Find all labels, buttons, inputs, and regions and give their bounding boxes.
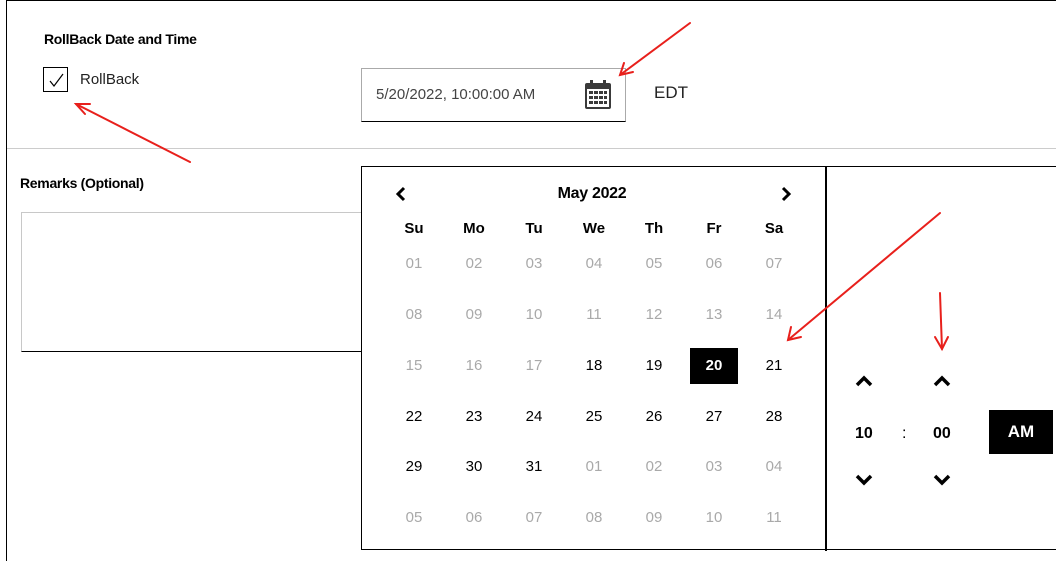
calendar-day[interactable]: 07 — [510, 500, 558, 536]
timezone-label: EDT — [654, 83, 688, 102]
calendar-day[interactable]: 22 — [390, 399, 438, 435]
calendar-day: 17 — [525, 357, 543, 374]
hour-decrement-icon[interactable] — [854, 473, 874, 487]
calendar-day: 09 — [465, 306, 483, 323]
remarks-label: Remarks (Optional) — [20, 175, 144, 191]
calendar-day: 06 — [705, 255, 723, 272]
calendar-month-title: May 2022 — [557, 185, 627, 202]
checkmark-icon — [49, 73, 64, 87]
weekday-header: Su — [404, 220, 424, 237]
calendar-day[interactable]: 25 — [570, 399, 618, 435]
calendar-day[interactable]: 04 — [750, 449, 798, 485]
page-top-border — [6, 0, 1056, 7]
calendar-day: 13 — [705, 306, 723, 323]
calendar-day[interactable]: 02 — [630, 449, 678, 485]
calendar-day[interactable]: 26 — [630, 399, 678, 435]
calendar-day: 11 — [586, 306, 602, 323]
calendar-day[interactable]: 30 — [450, 449, 498, 485]
calendar-day: 15 — [405, 357, 423, 374]
hour-value[interactable]: 10 — [855, 425, 873, 443]
calendar-day[interactable]: 05 — [390, 500, 438, 536]
calendar-day: 12 — [645, 306, 663, 323]
calendar-day[interactable]: 24 — [510, 399, 558, 435]
rollback-label[interactable]: RollBack — [80, 71, 139, 88]
calendar-day: 04 — [585, 255, 603, 272]
calendar-day[interactable]: 29 — [390, 449, 438, 485]
calendar-day[interactable]: 11 — [750, 500, 798, 536]
time-separator: : — [902, 425, 907, 442]
hour-increment-icon[interactable] — [854, 374, 874, 388]
calendar-day: 02 — [465, 255, 483, 272]
calendar-day[interactable]: 01 — [570, 449, 618, 485]
remarks-textarea[interactable] — [21, 212, 366, 352]
calendar-day[interactable]: 10 — [690, 500, 738, 536]
page-left-border — [6, 0, 7, 561]
calendar-icon[interactable] — [584, 80, 612, 110]
weekday-header: We — [582, 220, 606, 237]
annotation-arrow-calendar-icon — [618, 22, 691, 77]
previous-month-icon[interactable] — [392, 184, 412, 204]
calendar-day[interactable]: 06 — [450, 500, 498, 536]
calendar-day[interactable]: 28 — [750, 399, 798, 435]
minute-increment-icon[interactable] — [932, 374, 952, 388]
calendar-day: 08 — [405, 306, 423, 323]
calendar-day[interactable]: 19 — [630, 348, 678, 384]
minute-value[interactable]: 00 — [933, 425, 951, 443]
datetime-value: 5/20/2022, 10:00:00 AM — [376, 86, 536, 103]
weekday-header: Fr — [706, 220, 722, 237]
calendar-day: 03 — [525, 255, 543, 272]
calendar-day: 10 — [525, 306, 543, 323]
weekday-header: Tu — [525, 220, 543, 237]
rollback-datetime-input[interactable]: 5/20/2022, 10:00:00 AM — [361, 68, 626, 122]
calendar-day-selected[interactable]: 20 — [690, 348, 738, 384]
calendar-day[interactable]: 31 — [510, 449, 558, 485]
calendar-day: 07 — [765, 255, 783, 272]
calendar-day[interactable]: 23 — [450, 399, 498, 435]
weekday-header: Th — [644, 220, 664, 237]
calendar-day[interactable]: 03 — [690, 449, 738, 485]
calendar-time-separator — [825, 167, 827, 551]
section-divider — [7, 148, 1056, 149]
calendar-day[interactable]: 18 — [570, 348, 618, 384]
rollback-checkbox[interactable] — [43, 67, 68, 92]
datetime-picker-popup: May 2022 Su Mo Tu We Th Fr Sa 01 02 03 04 05 06 07 08… — [361, 166, 1056, 551]
calendar-day[interactable]: 09 — [630, 500, 678, 536]
calendar-day[interactable]: 08 — [570, 500, 618, 536]
minute-decrement-icon[interactable] — [932, 473, 952, 487]
weekday-header: Sa — [764, 220, 784, 237]
calendar-day: 01 — [405, 255, 423, 272]
calendar-day: 05 — [645, 255, 663, 272]
calendar-day: 16 — [465, 357, 483, 374]
annotation-arrow-checkbox — [73, 103, 191, 163]
calendar-day[interactable]: 27 — [690, 399, 738, 435]
calendar-day[interactable]: 21 — [750, 348, 798, 384]
next-month-icon[interactable] — [775, 184, 795, 204]
calendar-day: 14 — [765, 306, 783, 323]
weekday-header: Mo — [463, 220, 485, 237]
section-title: RollBack Date and Time — [44, 31, 197, 47]
ampm-toggle-button[interactable]: AM — [989, 410, 1053, 454]
